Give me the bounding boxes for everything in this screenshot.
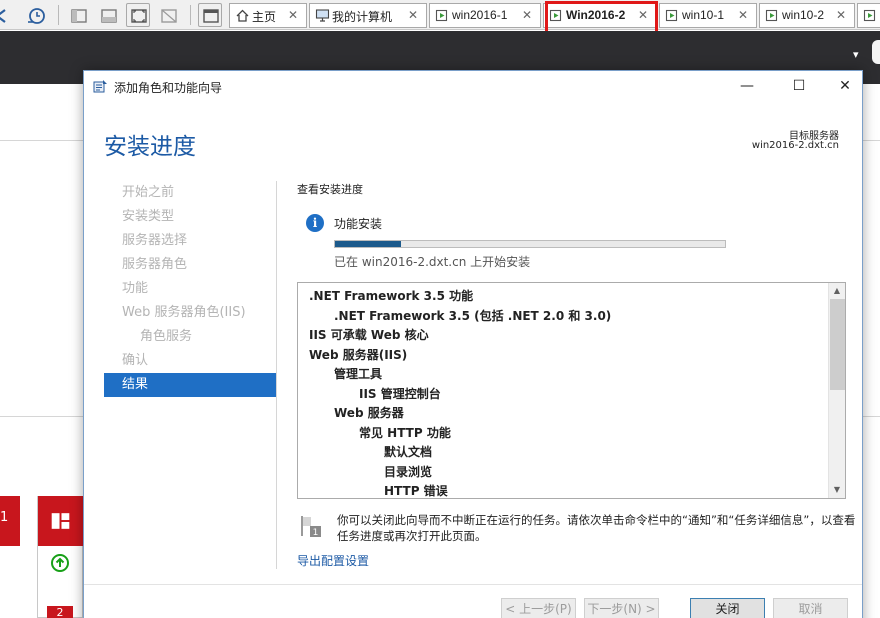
page-title: 安装进度 [104, 134, 196, 160]
dialog-title: 添加角色和功能向导 [114, 81, 223, 95]
vm-icon [665, 8, 680, 23]
scroll-down-arrow-icon[interactable]: ▼ [829, 482, 845, 498]
minimize-button[interactable]: — [724, 71, 770, 102]
tab-close-icon[interactable]: ✕ [288, 8, 298, 22]
results-list[interactable]: .NET Framework 3.5 功能 .NET Framework 3.5 … [297, 282, 846, 499]
tab-close-icon[interactable]: ✕ [836, 8, 846, 22]
scroll-up-arrow-icon[interactable]: ▲ [829, 283, 845, 299]
tab-label: 主页 [252, 10, 277, 24]
nav-item-confirmation: 确认 [122, 353, 149, 368]
notice-text: 你可以关闭此向导而不中断正在运行的任务。请依次单击命令栏中的“通知”和“任务详细… [337, 513, 856, 543]
unity-icon[interactable] [156, 3, 180, 27]
tab-win2016-2[interactable]: Win2016-2 ✕ [543, 3, 657, 28]
close-window-button[interactable]: ✕ [822, 71, 868, 102]
console-view-icon[interactable] [198, 3, 222, 27]
results-list-item: 常见 HTTP 功能 [359, 425, 451, 440]
dialog-titlebar[interactable]: 添加角色和功能向导 — ☐ ✕ [84, 71, 862, 102]
progress-fill [335, 241, 402, 247]
vm-icon [765, 8, 780, 23]
tile-count: 1 [0, 510, 9, 525]
nav-item-results[interactable]: 结果 [104, 373, 276, 397]
nav-divider [276, 181, 277, 569]
chevron-down-icon[interactable]: ▾ [853, 48, 859, 61]
tab-label: win2016-1 [452, 8, 508, 22]
results-list-item: Web 服务器(IIS) [309, 347, 408, 362]
section-heading: 查看安装进度 [297, 183, 363, 196]
show-thumbnail-icon[interactable] [96, 3, 120, 27]
vmware-toolbar: 主页 ✕ 我的计算机 ✕ win2016-1 ✕ Win2016-2 ✕ win… [0, 0, 880, 30]
nav-item-features: 功能 [122, 281, 149, 296]
tab-label: win10-1 [682, 8, 725, 22]
wizard-app-icon [93, 79, 108, 94]
results-scrollbar[interactable]: ▲ ▼ [828, 283, 845, 498]
nav-item-server-selection: 服务器选择 [122, 233, 188, 248]
tab-label: Win2016-2 [566, 8, 626, 22]
close-button[interactable]: 关闭 [690, 598, 765, 618]
background-tile[interactable]: 1 [0, 496, 20, 546]
results-list-item: .NET Framework 3.5 功能 [309, 289, 474, 303]
tab-home[interactable]: 主页 ✕ [229, 3, 307, 28]
home-icon [235, 8, 250, 23]
nav-item-role-services: 角色服务 [140, 329, 193, 344]
tab-overflow[interactable] [857, 3, 880, 28]
target-server-value: win2016-2.dxt.cn [751, 140, 839, 151]
flag-notification-icon: 1 [300, 514, 322, 538]
tab-my-computer[interactable]: 我的计算机 ✕ [309, 3, 427, 28]
nav-item-installation-type: 安装类型 [122, 209, 175, 224]
nav-item-web-server-role: Web 服务器角色(IIS) [122, 305, 246, 320]
results-list-item: IIS 管理控制台 [359, 386, 441, 401]
cancel-button[interactable]: 取消 [773, 598, 848, 618]
add-roles-wizard-dialog: 添加角色和功能向导 — ☐ ✕ 安装进度 目标服务器 win2016-2.dxt… [83, 70, 863, 618]
results-list-item: IIS 可承载 Web 核心 [309, 328, 429, 342]
tab-win2016-1[interactable]: win2016-1 ✕ [429, 3, 541, 28]
tab-label: win10-2 [782, 8, 825, 22]
vm-icon [863, 8, 878, 23]
results-list-item: .NET Framework 3.5 (包括 .NET 2.0 和 3.0) [334, 308, 612, 323]
tab-close-icon[interactable]: ✕ [738, 8, 748, 22]
count-badge: 2 [47, 606, 73, 618]
tab-close-icon[interactable]: ✕ [522, 8, 532, 22]
feature-installation-label: 功能安装 [334, 217, 383, 231]
tab-close-icon[interactable]: ✕ [638, 8, 648, 22]
results-list-item: 管理工具 [334, 367, 383, 381]
footer-divider [84, 584, 862, 585]
back-icon[interactable] [0, 3, 14, 27]
nav-item-server-roles: 服务器角色 [122, 257, 188, 272]
vm-icon [435, 8, 450, 23]
previous-button[interactable]: < 上一步(P) [501, 598, 576, 618]
tab-close-icon[interactable]: ✕ [408, 8, 418, 22]
export-configuration-link[interactable]: 导出配置设置 [297, 552, 369, 569]
maximize-button[interactable]: ☐ [776, 71, 822, 102]
results-list-item: HTTP 错误 [384, 484, 448, 498]
toolbar-separator [190, 5, 191, 25]
tile-header [38, 496, 83, 546]
server-roles-icon [51, 513, 70, 529]
next-button[interactable]: 下一步(N) > [584, 598, 659, 618]
vm-running-icon [549, 8, 564, 23]
tab-label: 我的计算机 [332, 10, 393, 24]
results-list-item: 目录浏览 [384, 464, 433, 479]
results-list-item: 默认文档 [384, 445, 433, 459]
computer-icon [315, 8, 330, 23]
tab-win10-1[interactable]: win10-1 ✕ [659, 3, 757, 28]
snapshot-icon[interactable] [24, 3, 48, 27]
results-list-item: Web 服务器 [334, 406, 404, 420]
notifications-flag-icon[interactable] [872, 40, 880, 64]
scroll-thumb[interactable] [830, 299, 845, 390]
nav-item-before-you-begin: 开始之前 [122, 185, 175, 200]
progress-status: 已在 win2016-2.dxt.cn 上开始安装 [334, 255, 531, 269]
install-progress-bar [334, 240, 726, 248]
show-library-icon[interactable] [66, 3, 90, 27]
notice-icon-count: 1 [313, 528, 319, 538]
background-tile[interactable]: 2 [37, 496, 83, 618]
full-screen-icon[interactable] [126, 3, 150, 27]
toolbar-separator [58, 5, 59, 25]
wizard-nav: 开始之前 安装类型 服务器选择 服务器角色 功能 Web 服务器角色(IIS) … [104, 181, 276, 397]
info-icon: i [306, 214, 324, 232]
tab-win10-2[interactable]: win10-2 ✕ [759, 3, 855, 28]
status-up-icon [50, 553, 70, 573]
